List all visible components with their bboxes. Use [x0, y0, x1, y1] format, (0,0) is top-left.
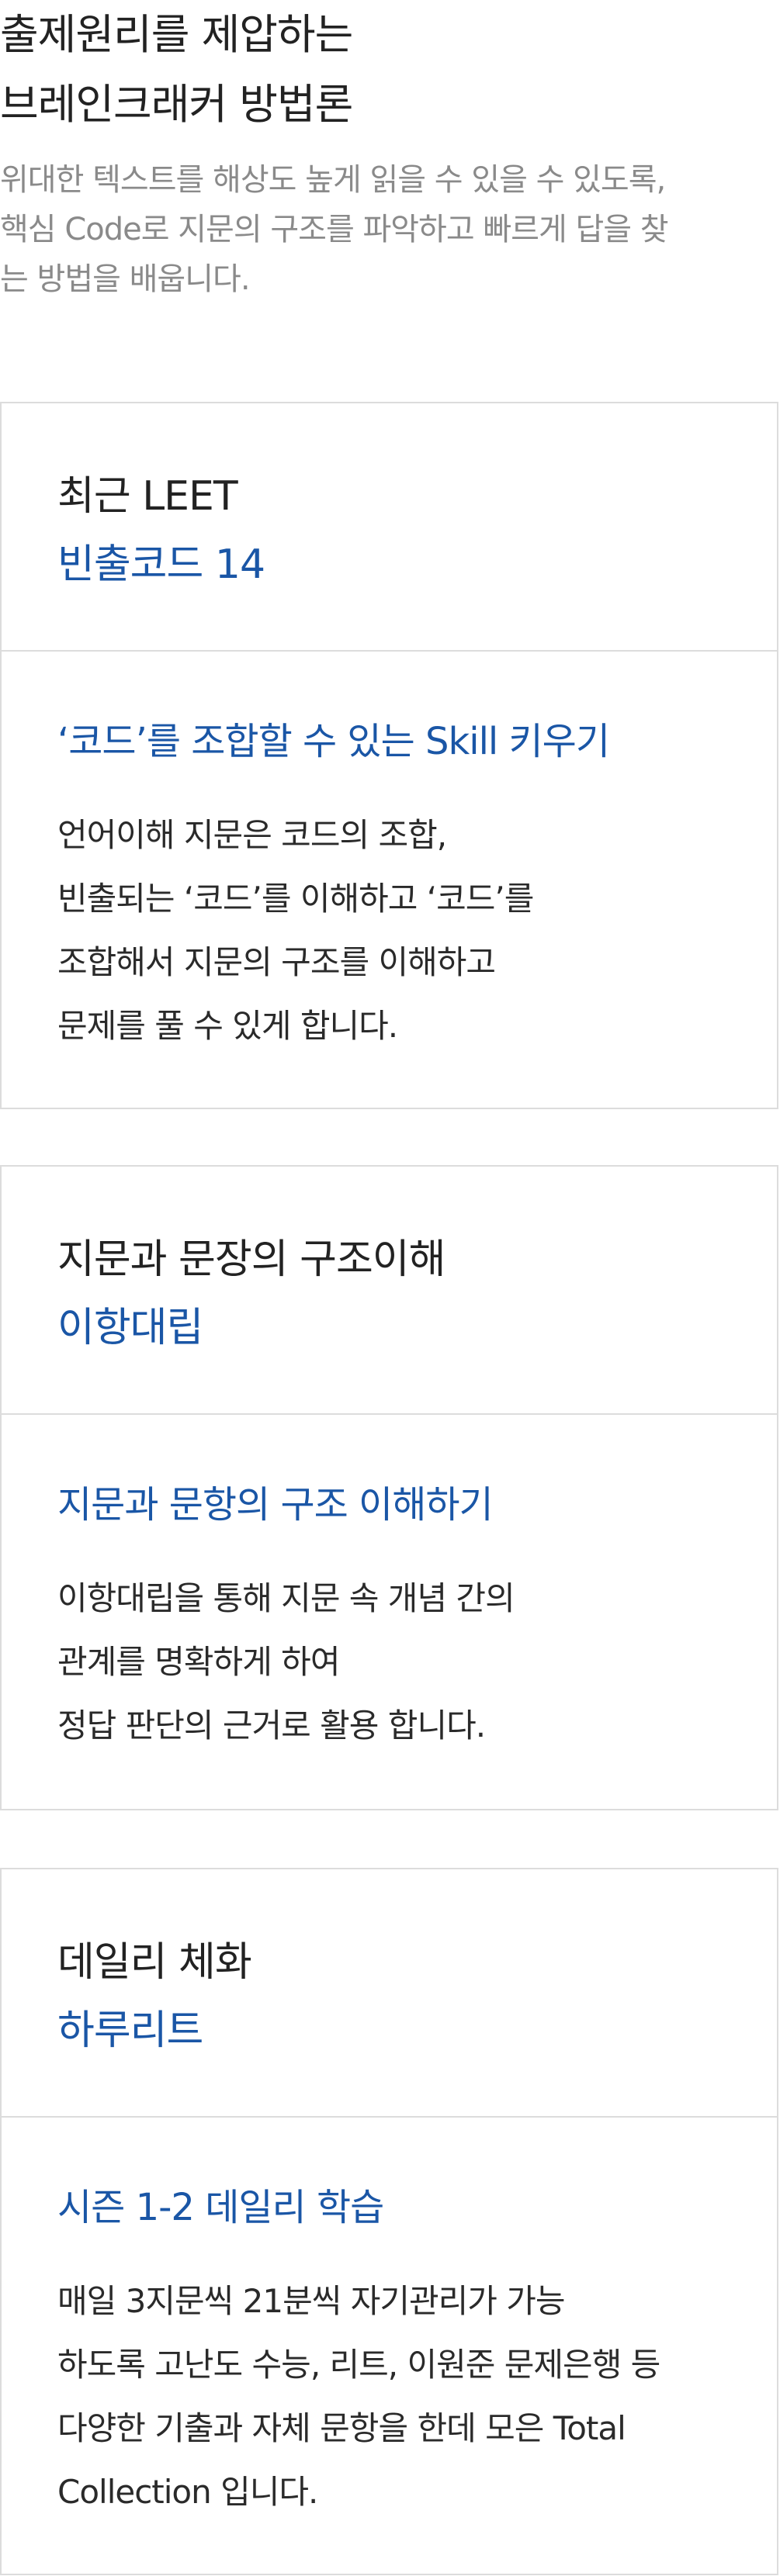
- card-body-text: 매일 3지문씩 21분씩 자기관리가 가능 하도록 고난도 수능, 리트, 이원…: [57, 2270, 740, 2524]
- card-body-line: 하도록 고난도 수능, 리트, 이원준 문제은행 등: [57, 2346, 660, 2384]
- hero-description: 위대한 텍스트를 해상도 높게 읽을 수 있을 수 있도록, 핵심 Code로 …: [0, 155, 776, 304]
- card-body-line: 다양한 기출과 자체 문항을 한데 모은 Total: [57, 2409, 626, 2447]
- card-title: 빈출코드 14: [57, 541, 265, 588]
- hero-desc-line: 핵심 Code로 지문의 구조를 파악하고 빠르게 답을 찾: [0, 212, 669, 247]
- card-body-heading: 지문과 문항의 구조 이해하기: [57, 1483, 494, 1527]
- card-body-line: 언어이해 지문은 코드의 조합,: [57, 816, 447, 854]
- hero-desc-line: 는 방법을 배웁니다.: [0, 261, 251, 297]
- card-body-line: 문제를 풀 수 있게 합니다.: [57, 1007, 398, 1045]
- card-title: 하루리트: [57, 2007, 203, 2054]
- feature-card: 최근 LEET 빈출코드 14 ‘코드’를 조합할 수 있는 Skill 키우기…: [0, 402, 778, 1109]
- feature-card: 데일리 체화 하루리트 시즌 1-2 데일리 학습 매일 3지문씩 21분씩 자…: [0, 1868, 778, 2575]
- card-body-line: Collection 입니다.: [57, 2473, 318, 2511]
- card-title: 이항대립: [57, 1305, 203, 1351]
- card-body-text: 언어이해 지문은 코드의 조합, 빈출되는 ‘코드’를 이해하고 ‘코드’를 조…: [57, 804, 740, 1058]
- hero-title-line: 출제원리를 제압하는: [0, 10, 353, 59]
- card-body-line: 관계를 명확하게 하여: [57, 1643, 340, 1681]
- hero-title-line: 브레인크래커 방법론: [0, 80, 353, 129]
- card-body-line: 정답 판단의 근거로 활용 합니다.: [57, 1706, 486, 1744]
- card-body-text: 이항대립을 통해 지문 속 개념 간의 관계를 명확하게 하여 정답 판단의 근…: [57, 1567, 740, 1758]
- card-body-heading: 시즌 1-2 데일리 학습: [57, 2186, 384, 2229]
- card-header: 지문과 문장의 구조이해 이항대립: [2, 1167, 777, 1415]
- card-subtitle: 최근 LEET: [57, 473, 238, 520]
- feature-card: 지문과 문장의 구조이해 이항대립 지문과 문항의 구조 이해하기 이항대립을 …: [0, 1165, 778, 1810]
- card-body-line: 이항대립을 통해 지문 속 개념 간의: [57, 1579, 515, 1617]
- card-body-line: 빈출되는 ‘코드’를 이해하고 ‘코드’를: [57, 880, 534, 918]
- card-subtitle: 지문과 문장의 구조이해: [57, 1236, 445, 1283]
- hero-desc-line: 위대한 텍스트를 해상도 높게 읽을 수 있을 수 있도록,: [0, 162, 666, 198]
- card-body-line: 조합해서 지문의 구조를 이해하고: [57, 943, 496, 981]
- card-body-heading: ‘코드’를 조합할 수 있는 Skill 키우기: [57, 720, 610, 763]
- hero-title: 출제원리를 제압하는 브레인크래커 방법론: [0, 0, 353, 140]
- card-subtitle: 데일리 체화: [57, 1939, 252, 1986]
- card-body-line: 매일 3지문씩 21분씩 자기관리가 가능: [57, 2282, 566, 2320]
- card-header: 데일리 체화 하루리트: [2, 1869, 777, 2118]
- card-header: 최근 LEET 빈출코드 14: [2, 403, 777, 652]
